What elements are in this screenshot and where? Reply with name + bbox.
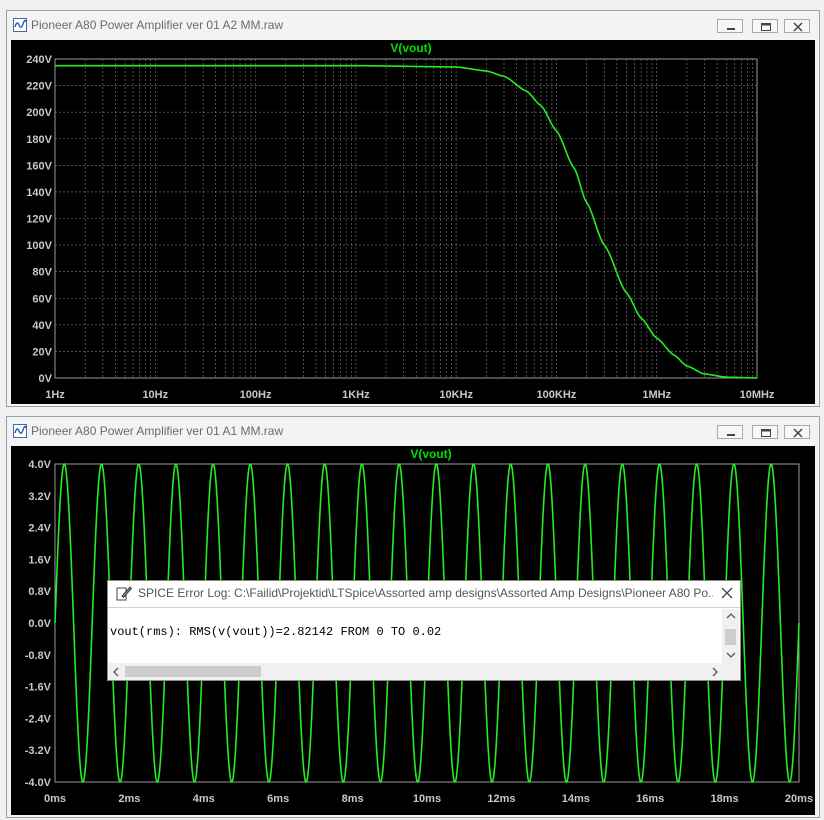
x-tick-label: 10KHz [439, 389, 473, 401]
y-tick-label: 0.0V [28, 618, 51, 630]
trace-label[interactable]: V(vout) [410, 447, 451, 461]
x-tick-label: 20ms [785, 793, 813, 805]
x-tick-label: 1Hz [45, 389, 65, 401]
y-tick-label: 240V [26, 54, 52, 66]
x-tick-label: 2ms [118, 793, 140, 805]
scroll-right-icon[interactable] [711, 667, 719, 677]
scroll-left-icon[interactable] [112, 667, 120, 677]
y-tick-label: 20V [32, 346, 52, 358]
minimize-button[interactable] [717, 425, 743, 439]
scroll-down-icon[interactable] [726, 651, 736, 659]
close-icon[interactable] [720, 586, 734, 600]
log-message: vout(rms): RMS(v(vout))=2.82142 FROM 0 T… [110, 625, 442, 639]
y-tick-label: 0.8V [28, 586, 51, 598]
vertical-scrollbar[interactable] [722, 609, 739, 663]
y-tick-label: 60V [32, 293, 52, 305]
x-tick-label: 18ms [711, 793, 739, 805]
x-tick-label: 10Hz [142, 389, 168, 401]
window-titlebar[interactable]: Pioneer A80 Power Amplifier ver 01 A2 MM… [7, 11, 819, 39]
x-tick-label: 100Hz [240, 389, 272, 401]
y-tick-label: -3.2V [25, 745, 52, 757]
y-tick-label: -2.4V [25, 713, 52, 725]
y-tick-label: 220V [26, 81, 52, 93]
waveform-app-icon [13, 424, 27, 438]
x-tick-label: 100KHz [537, 389, 577, 401]
scroll-thumb[interactable] [725, 629, 736, 645]
y-tick-label: 180V [26, 134, 52, 146]
x-tick-label: 8ms [342, 793, 364, 805]
y-tick-label: 2.4V [28, 523, 51, 535]
y-tick-label: 120V [26, 214, 52, 226]
y-tick-label: 0V [39, 373, 53, 385]
scroll-thumb[interactable] [125, 666, 261, 677]
pen-icon [116, 586, 132, 601]
y-tick-label: 100V [26, 240, 52, 252]
y-tick-label: -0.8V [25, 650, 52, 662]
horizontal-scrollbar[interactable] [108, 663, 722, 680]
y-tick-label: 3.2V [28, 491, 51, 503]
x-tick-label: 14ms [562, 793, 590, 805]
x-tick-label: 4ms [193, 793, 215, 805]
y-tick-label: 40V [32, 320, 52, 332]
y-tick-label: 160V [26, 160, 52, 172]
trace-label[interactable]: V(vout) [390, 41, 431, 55]
close-button[interactable] [784, 19, 810, 33]
waveform-app-icon [13, 18, 27, 32]
y-tick-label: 80V [32, 267, 52, 279]
scroll-up-icon[interactable] [726, 612, 736, 620]
x-tick-label: 6ms [267, 793, 289, 805]
y-tick-label: 200V [26, 107, 52, 119]
y-tick-label: 140V [26, 187, 52, 199]
x-tick-label: 1KHz [342, 389, 370, 401]
window-title: Pioneer A80 Power Amplifier ver 01 A2 MM… [31, 18, 284, 32]
dialog-title: SPICE Error Log: C:\Failid\Projektid\LTS… [138, 586, 713, 600]
y-tick-label: 1.6V [28, 554, 51, 566]
x-tick-label: 10MHz [740, 389, 775, 401]
window-title: Pioneer A80 Power Amplifier ver 01 A1 MM… [31, 424, 284, 438]
x-tick-label: 1MHz [642, 389, 671, 401]
window-titlebar[interactable]: Pioneer A80 Power Amplifier ver 01 A1 MM… [7, 417, 819, 445]
resize-grip[interactable] [722, 663, 739, 680]
plot-pane[interactable]: V(vout) 240V 220V 200V 180V 160V 140V 120V 100V… [11, 40, 815, 404]
x-tick-label: 0ms [44, 793, 66, 805]
bode-plot[interactable]: V(vout) 240V 220V 200V 180V 160V 140V 120V 100V… [11, 40, 817, 404]
vout-trace[interactable] [55, 64, 758, 379]
y-tick-label: -1.6V [25, 682, 52, 694]
close-button[interactable] [784, 425, 810, 439]
minimize-button[interactable] [717, 19, 743, 33]
x-tick-label: 16ms [636, 793, 664, 805]
divider [108, 607, 740, 608]
spice-error-log-dialog[interactable]: SPICE Error Log: C:\Failid\Projektid\LTS… [107, 580, 741, 681]
y-tick-label: 4.0V [28, 459, 51, 471]
plot-window-top[interactable]: Pioneer A80 Power Amplifier ver 01 A2 MM… [6, 10, 820, 407]
x-tick-label: 10ms [413, 793, 441, 805]
restore-button[interactable] [752, 19, 778, 33]
y-tick-label: -4.0V [25, 777, 52, 789]
restore-button[interactable] [752, 425, 778, 439]
x-tick-label: 12ms [487, 793, 515, 805]
